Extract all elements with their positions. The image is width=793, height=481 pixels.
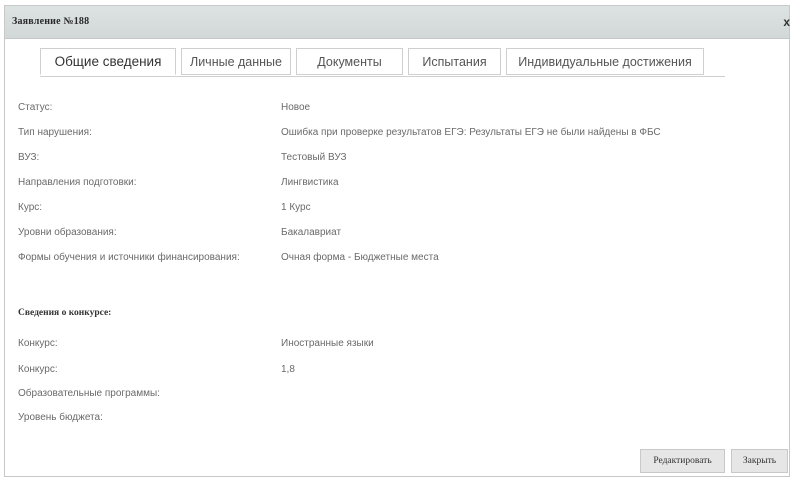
tab-divider [40, 76, 725, 77]
tab-achievements[interactable]: Индивидуальные достижения [506, 48, 704, 75]
violation-label: Тип нарушения: [18, 127, 92, 138]
directions-value: Лингвистика [281, 177, 339, 188]
course-label: Курс: [18, 202, 43, 213]
tab-general[interactable]: Общие сведения [40, 48, 176, 75]
university-value: Тестовый ВУЗ [281, 152, 347, 163]
course-value: 1 Курс [281, 202, 311, 213]
programs-label: Образовательные программы: [18, 388, 160, 399]
close-button[interactable]: Закрыть [731, 449, 788, 473]
levels-value: Бакалавриат [281, 227, 342, 238]
directions-label: Направления подготовки: [18, 177, 137, 188]
close-icon[interactable]: x [783, 15, 790, 29]
levels-label: Уровни образования: [18, 227, 117, 238]
budget-level-label: Уровень бюджета: [18, 412, 103, 423]
dialog-title: Заявление №188 [12, 16, 90, 27]
forms-label: Формы обучения и источники финансировани… [18, 252, 240, 263]
tab-documents[interactable]: Документы [296, 48, 403, 75]
university-label: ВУЗ: [18, 152, 40, 163]
edit-button[interactable]: Редактировать [640, 449, 725, 473]
competition-heading: Сведения о конкурсе: [18, 308, 112, 318]
tab-personal[interactable]: Личные данные [181, 48, 291, 75]
tab-bar: Общие сведения Личные данные Документы И… [40, 48, 709, 77]
forms-value: Очная форма - Бюджетные места [281, 252, 439, 263]
tab-exams[interactable]: Испытания [408, 48, 501, 75]
violation-value: Ошибка при проверке результатов ЕГЭ: Рез… [281, 127, 661, 138]
status-label: Статус: [18, 102, 53, 113]
dialog-titlebar[interactable]: Заявление №188 x [5, 6, 790, 39]
contest-ratio-value: 1,8 [281, 364, 295, 375]
contest-label: Конкурс: [18, 338, 58, 349]
contest-value: Иностранные языки [281, 338, 374, 349]
contest-ratio-label: Конкурс: [18, 364, 58, 375]
status-value: Новое [281, 102, 311, 113]
